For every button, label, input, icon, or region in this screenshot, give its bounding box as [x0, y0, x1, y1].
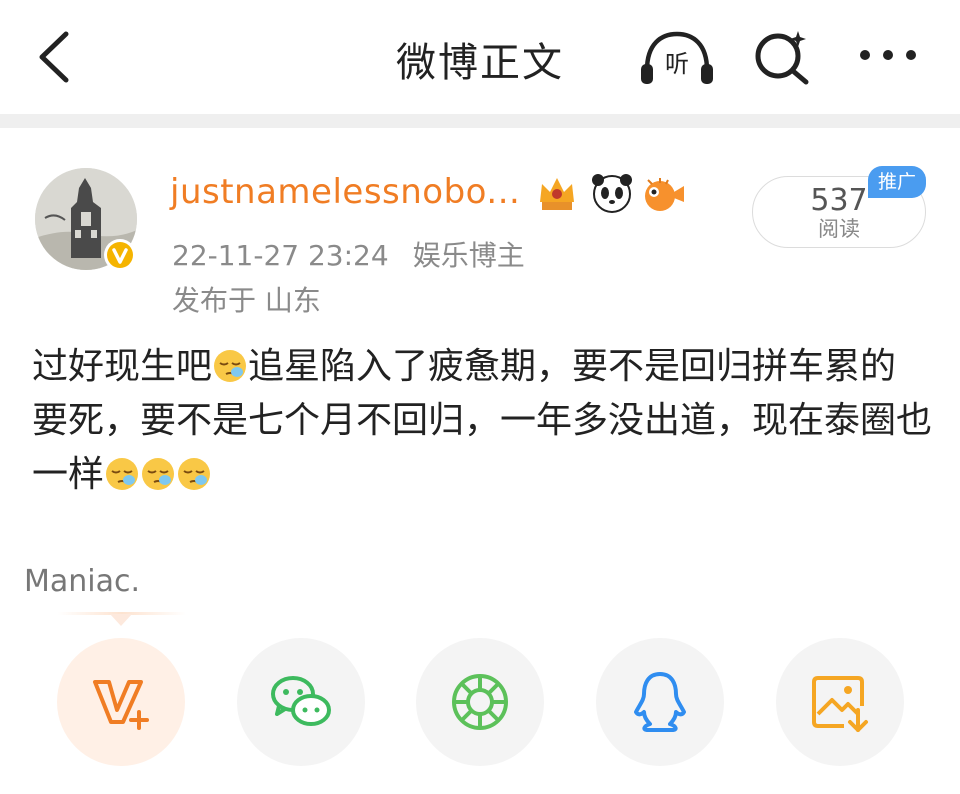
- post-meta: 22-11-27 23:24 娱乐博主: [172, 234, 525, 274]
- sleepy-face-emoji: [142, 458, 175, 490]
- post-timestamp: 22-11-27 23:24: [172, 239, 389, 272]
- author-badges: [540, 174, 684, 213]
- post-content: 过好现生吧 追星陷入了疲惫期，要不是回归拼车累的要死，要不是七个月不回归，一年多没…: [32, 340, 932, 502]
- sleepy-face-emoji: [178, 458, 211, 490]
- read-label: 阅读: [818, 217, 860, 241]
- page-title: 微博正文: [396, 40, 564, 86]
- post-text-part1: 过好现生吧: [32, 346, 213, 387]
- share-wechat-button[interactable]: [237, 638, 365, 766]
- save-image-icon: [812, 676, 868, 732]
- author-role: 娱乐博主: [412, 239, 525, 272]
- top-bar: 微博正文 听: [0, 0, 960, 114]
- share-qq-button[interactable]: [596, 638, 724, 766]
- crown-icon: [540, 178, 574, 210]
- more-options-icon[interactable]: [857, 40, 919, 70]
- share-save-image-button[interactable]: [776, 638, 904, 766]
- author-name[interactable]: justnamelessnobo...: [170, 172, 520, 212]
- listen-icon[interactable]: 听: [637, 30, 717, 86]
- share-vlog-button[interactable]: [57, 638, 185, 766]
- tooltip-pointer: [110, 614, 132, 626]
- sleepy-face-emoji: [214, 350, 247, 382]
- sleepy-face-emoji: [106, 458, 139, 490]
- listen-label: 听: [665, 50, 689, 78]
- share-target-label: Maniac.: [24, 564, 141, 599]
- promote-badge[interactable]: 推广: [868, 166, 926, 198]
- section-divider: [0, 114, 960, 128]
- panda-icon: [592, 174, 632, 213]
- pufferfish-icon: [645, 178, 684, 211]
- verified-badge-icon: [104, 239, 136, 271]
- qq-icon: [634, 672, 686, 732]
- share-moments-button[interactable]: [416, 638, 544, 766]
- post-location: 发布于 山东: [172, 284, 321, 317]
- vlog-plus-icon: [93, 680, 149, 730]
- moments-icon: [452, 674, 508, 730]
- wechat-icon: [271, 676, 331, 726]
- search-icon[interactable]: [752, 28, 814, 86]
